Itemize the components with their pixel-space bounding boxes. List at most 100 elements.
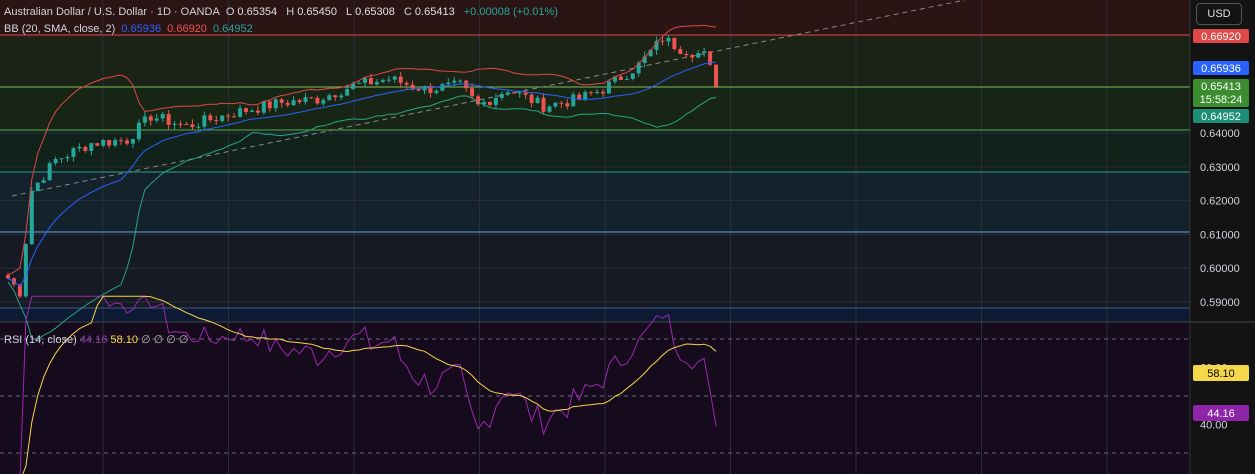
- tag-rsi-ma-text: 58.10: [1207, 368, 1235, 380]
- close-label: C: [403, 6, 412, 18]
- close-number: 0.65413: [414, 6, 455, 18]
- candle-body: [529, 94, 534, 104]
- price-tick-label: 0.60000: [1200, 263, 1240, 275]
- zone-slate: [0, 232, 1190, 308]
- bb-label: BB (20, SMA, close, 2): [4, 23, 116, 35]
- zone-green: [0, 87, 1190, 130]
- candle-body: [77, 146, 82, 149]
- rsi-legend[interactable]: RSI (14, close) 44.16 58.10 ∅ ∅ ∅ ∅: [4, 333, 189, 346]
- rsi-ma-legend-value: 58.10: [110, 334, 138, 346]
- open-label: O: [225, 6, 235, 18]
- candle-body: [196, 126, 201, 128]
- candle-body: [172, 123, 177, 125]
- candle-body: [154, 118, 159, 121]
- low-number: 0.65308: [355, 6, 395, 18]
- candle-body: [452, 80, 457, 83]
- candle-body: [148, 116, 153, 121]
- high-number: 0.65450: [297, 6, 337, 18]
- candle-body: [386, 79, 391, 81]
- candle-body: [95, 143, 100, 146]
- candle-body: [249, 110, 254, 112]
- candle-body: [601, 91, 605, 94]
- currency-button[interactable]: USD: [1196, 3, 1242, 25]
- candle-body: [511, 92, 516, 94]
- candle-body: [434, 90, 439, 93]
- price-tick-label: 0.61000: [1200, 229, 1240, 241]
- candle-body: [589, 92, 594, 94]
- candle-body: [125, 140, 129, 144]
- open-value: O 0.65354: [226, 6, 280, 18]
- candle-body: [59, 158, 64, 160]
- candle-body: [690, 55, 695, 58]
- tag-basis-text: 0.65936: [1201, 63, 1241, 75]
- candle-body: [23, 244, 28, 297]
- price-tick-label: 0.62000: [1200, 196, 1240, 208]
- candle-body: [499, 94, 504, 98]
- candle-body: [684, 53, 689, 56]
- candle-body: [660, 40, 665, 42]
- candle-body: [523, 92, 528, 95]
- candle-body: [107, 139, 112, 146]
- price-tick-label: 0.64000: [1200, 128, 1240, 140]
- zone-blue: [0, 172, 1190, 232]
- candle-body: [446, 82, 451, 85]
- candle-body: [583, 92, 588, 100]
- candle-body: [517, 92, 522, 94]
- candle-body: [214, 120, 219, 122]
- tag-rsi-text: 44.16: [1207, 408, 1235, 420]
- candle-body: [315, 97, 320, 104]
- candle-body: [232, 116, 237, 118]
- candle-body: [6, 275, 10, 279]
- candle-body: [606, 81, 611, 94]
- bb-legend[interactable]: BB (20, SMA, close, 2) 0.65936 0.66920 0…: [4, 22, 256, 36]
- candle-body: [255, 110, 260, 113]
- symbol-title: Australian Dollar / U.S. Dollar · 1D · O…: [4, 6, 220, 18]
- zone-navy: [0, 308, 1190, 322]
- candle-body: [220, 115, 225, 121]
- candle-body: [53, 158, 58, 164]
- candle-body: [470, 88, 475, 97]
- bb-upper-value: 0.66920: [167, 23, 207, 35]
- price-tick-label: 0.59000: [1200, 297, 1240, 309]
- candle-body: [202, 115, 207, 127]
- candle-body: [559, 102, 564, 104]
- candle-body: [238, 108, 243, 117]
- candle-body: [440, 84, 445, 91]
- candle-body: [71, 148, 76, 157]
- candle-body: [666, 37, 671, 42]
- tag-lower-text: 0.64952: [1201, 111, 1241, 123]
- change-value: +0.00008 (+0.01%): [463, 6, 558, 18]
- candle-body: [303, 97, 308, 103]
- candle-body: [29, 191, 34, 245]
- candle-body: [392, 76, 397, 80]
- symbol-legend[interactable]: Australian Dollar / U.S. Dollar · 1D · O…: [4, 5, 561, 19]
- candle-body: [702, 51, 707, 54]
- tag-countdown-text: 15:58:24: [1200, 94, 1243, 106]
- candle-body: [327, 95, 332, 101]
- candle-body: [493, 97, 498, 105]
- close-value: C 0.65413: [404, 6, 458, 18]
- candle-body: [374, 81, 379, 85]
- chart-canvas[interactable]: 0.64000 0.63000 0.62000 0.61000 0.60000 0.590…: [0, 0, 1255, 474]
- bb-lower-value: 0.64952: [212, 23, 253, 35]
- candle-body: [345, 88, 350, 96]
- candle-body: [595, 91, 600, 94]
- candle-body: [113, 140, 118, 146]
- candle-body: [339, 95, 344, 98]
- candle-body: [380, 80, 385, 82]
- candle-body: [404, 82, 409, 85]
- candle-body: [487, 101, 492, 105]
- rsi-extra: ∅ ∅ ∅ ∅: [141, 334, 189, 346]
- candle-body: [261, 101, 266, 113]
- candle-body: [363, 78, 367, 83]
- candle-body: [244, 108, 248, 112]
- rsi-tick-label: 40.00: [1200, 420, 1228, 432]
- candle-body: [297, 100, 302, 103]
- candle-body: [136, 122, 141, 140]
- candle-body: [714, 64, 719, 87]
- candle-body: [208, 115, 213, 121]
- candle-body: [571, 94, 576, 107]
- candle-body: [309, 97, 314, 99]
- candle-body: [624, 78, 629, 81]
- low-value: L 0.65308: [346, 6, 398, 18]
